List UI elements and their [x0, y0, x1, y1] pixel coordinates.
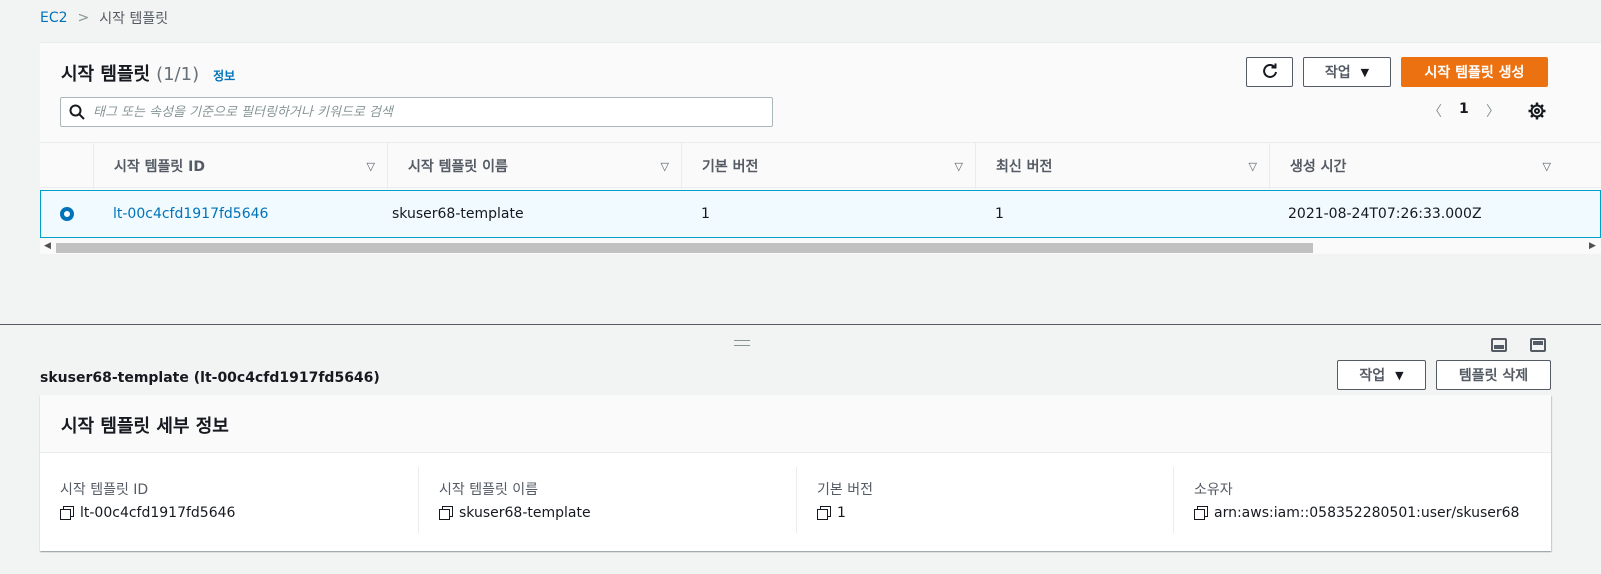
field-label: 소유자	[1194, 482, 1233, 498]
search-field[interactable]	[60, 97, 773, 127]
sort-icon[interactable]: ▽	[1249, 160, 1257, 173]
field-label: 시작 템플릿 이름	[439, 482, 539, 498]
sort-icon[interactable]: ▽	[955, 160, 963, 173]
sort-icon[interactable]: ▽	[1543, 160, 1551, 173]
launch-templates-panel: 시작 템플릿 (1/1) 정보 작업 ▼ 시작 템플릿 생성 〈 1 〉	[40, 42, 1601, 254]
detail-field-name: 시작 템플릿 이름 skuser68-template	[418, 467, 796, 533]
scrollbar-thumb[interactable]	[56, 243, 1313, 253]
field-value-text: arn:aws:iam::058352280501:user/skuser68	[1214, 505, 1520, 521]
sort-icon[interactable]: ▽	[367, 160, 375, 173]
card-header: 시작 템플릿 세부 정보	[40, 395, 1551, 453]
table-header: 시작 템플릿 ID ▽ 시작 템플릿 이름 ▽ 기본 버전 ▽ 최신 버전 ▽ …	[40, 142, 1601, 189]
actions-button-label: 작업	[1324, 65, 1351, 81]
card-title: 시작 템플릿 세부 정보	[61, 416, 229, 437]
field-value: arn:aws:iam::058352280501:user/skuser68	[1194, 505, 1519, 521]
panel-count: (1/1)	[156, 64, 200, 85]
split-top-icon[interactable]	[1530, 338, 1546, 352]
breadcrumb-current: 시작 템플릿	[99, 11, 169, 27]
column-header-id[interactable]: 시작 템플릿 ID ▽	[93, 143, 387, 189]
sort-icon[interactable]: ▽	[661, 160, 669, 173]
breadcrumb-ec2-link[interactable]: EC2	[40, 10, 68, 26]
column-label: 최신 버전	[996, 159, 1053, 175]
actions-button[interactable]: 작업 ▼	[1303, 57, 1391, 87]
column-label: 생성 시간	[1290, 159, 1347, 175]
caret-down-icon: ▼	[1360, 65, 1370, 79]
field-value: lt-00c4cfd1917fd5646	[60, 505, 235, 521]
panel-title: 시작 템플릿 (1/1) 정보	[61, 60, 235, 86]
column-header-latest-version[interactable]: 최신 버전 ▽	[975, 143, 1269, 189]
column-header-created[interactable]: 생성 시간 ▽	[1269, 143, 1563, 189]
refresh-icon	[1262, 63, 1277, 78]
template-details-card: 시작 템플릿 세부 정보 시작 템플릿 ID lt-00c4cfd1917fd5…	[40, 395, 1551, 551]
detail-field-default-version: 기본 버전 1	[796, 467, 1173, 533]
row-default-version: 1	[701, 206, 710, 222]
breadcrumb: EC2 > 시작 템플릿	[40, 8, 168, 28]
row-radio-selected[interactable]	[60, 207, 74, 221]
row-template-name: skuser68-template	[392, 206, 524, 222]
field-value: skuser68-template	[439, 505, 591, 521]
column-header-default-version[interactable]: 기본 버전 ▽	[681, 143, 975, 189]
delete-template-button[interactable]: 템플릿 삭제	[1436, 360, 1551, 390]
page-number[interactable]: 1	[1459, 101, 1469, 117]
field-value-text: 1	[837, 505, 846, 521]
search-icon	[69, 104, 85, 120]
column-header-name[interactable]: 시작 템플릿 이름 ▽	[387, 143, 681, 189]
detail-field-owner: 소유자 arn:aws:iam::058352280501:user/skuse…	[1173, 467, 1551, 533]
horizontal-scrollbar[interactable]: ◀ ▶	[40, 241, 1601, 255]
field-value-text: lt-00c4cfd1917fd5646	[80, 505, 236, 521]
field-value-text: skuser68-template	[459, 505, 591, 521]
caret-down-icon: ▼	[1395, 368, 1404, 382]
info-link[interactable]: 정보	[213, 67, 235, 84]
scroll-left-icon[interactable]: ◀	[44, 241, 51, 251]
chevron-right-icon: >	[77, 10, 90, 26]
split-bottom-icon[interactable]	[1491, 338, 1507, 352]
copy-icon[interactable]	[1194, 506, 1208, 520]
detail-title: skuser68-template (lt-00c4cfd1917fd5646)	[40, 370, 380, 386]
column-label: 기본 버전	[702, 159, 759, 175]
copy-icon[interactable]	[439, 506, 453, 520]
row-created-time: 2021-08-24T07:26:33.000Z	[1288, 206, 1482, 222]
prev-page-icon[interactable]: 〈	[1428, 101, 1442, 121]
row-template-id-link[interactable]: lt-00c4cfd1917fd5646	[113, 191, 268, 237]
next-page-icon[interactable]: 〉	[1486, 101, 1500, 121]
copy-icon[interactable]	[817, 506, 831, 520]
table-row[interactable]: lt-00c4cfd1917fd5646 skuser68-template 1…	[40, 190, 1601, 238]
field-value: 1	[817, 505, 846, 521]
resize-handle-icon[interactable]	[734, 340, 750, 346]
search-input[interactable]	[93, 104, 693, 120]
field-label: 기본 버전	[817, 482, 873, 498]
detail-actions-button[interactable]: 작업 ▼	[1337, 360, 1426, 390]
row-latest-version: 1	[995, 206, 1004, 222]
gear-icon[interactable]	[1528, 102, 1546, 120]
panel-title-text: 시작 템플릿	[61, 64, 151, 85]
refresh-button[interactable]	[1246, 57, 1293, 87]
field-label: 시작 템플릿 ID	[60, 482, 149, 498]
detail-field-id: 시작 템플릿 ID lt-00c4cfd1917fd5646	[40, 467, 418, 533]
column-label: 시작 템플릿 이름	[408, 159, 508, 175]
create-launch-template-button[interactable]: 시작 템플릿 생성	[1401, 57, 1548, 87]
detail-actions-label: 작업	[1359, 368, 1386, 384]
scroll-right-icon[interactable]: ▶	[1589, 241, 1596, 251]
copy-icon[interactable]	[60, 506, 74, 520]
column-label: 시작 템플릿 ID	[114, 159, 205, 175]
